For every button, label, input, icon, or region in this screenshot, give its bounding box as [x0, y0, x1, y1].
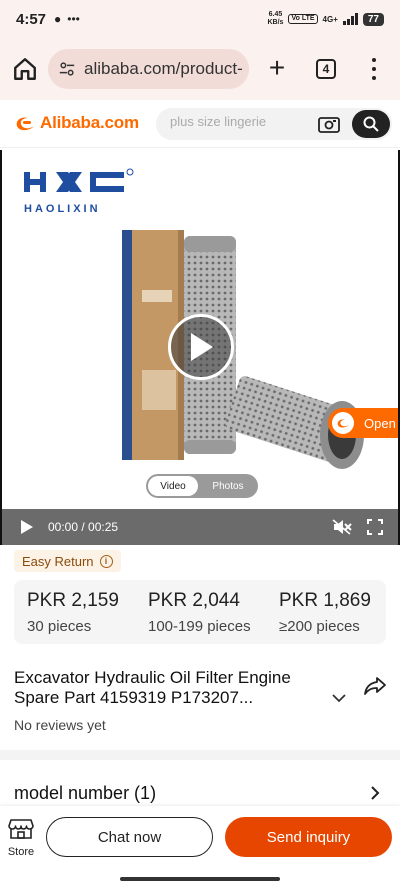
small-play-icon[interactable] [20, 519, 34, 535]
store-button[interactable]: Store [6, 818, 36, 858]
system-nav-bar [0, 868, 400, 888]
home-icon[interactable] [12, 56, 38, 82]
more-dots-icon: ••• [67, 12, 80, 26]
tier-quantity: 100-199 pieces [148, 618, 251, 635]
product-title: Excavator Hydraulic Oil Filter Engine Sp… [14, 668, 291, 707]
video-controls: 00:00 / 00:25 [2, 509, 398, 545]
fullscreen-icon[interactable] [367, 519, 383, 535]
camera-search-icon[interactable] [318, 115, 340, 133]
net-speed: 6.45 KB/s [267, 11, 284, 26]
price-tiers: PKR 2,159 30 pieces PKR 2,044 100-199 pi… [14, 580, 386, 644]
new-tab-icon[interactable]: + [264, 54, 290, 82]
bottom-action-bar: Store Chat now Send inquiry [0, 806, 400, 868]
alibaba-logo-icon [16, 117, 34, 131]
tier-price: PKR 2,044 [148, 590, 240, 611]
section-divider [0, 750, 400, 760]
hxc-logo [24, 168, 134, 192]
chevron-right-icon[interactable] [370, 785, 380, 801]
status-bar: 4:57 ● ••• 6.45 KB/s Vo LTE 4G+ 77 [0, 0, 400, 38]
share-icon[interactable] [364, 676, 386, 696]
tier-quantity: ≥200 pieces [279, 618, 360, 635]
tab-switcher-button[interactable]: 4 [316, 59, 336, 79]
chat-bubble-icon: ● [54, 12, 62, 26]
price-tier: PKR 1,869 ≥200 pieces [279, 590, 371, 635]
price-tier: PKR 2,044 100-199 pieces [148, 590, 251, 635]
tier-price: PKR 2,159 [27, 590, 119, 611]
send-inquiry-button[interactable]: Send inquiry [225, 817, 392, 857]
reviews-text: No reviews yet [14, 717, 106, 733]
logo-text: Alibaba.com [40, 113, 139, 132]
chevron-down-icon[interactable] [331, 692, 347, 704]
info-icon[interactable]: i [99, 554, 113, 568]
network-type: 4G+ [322, 14, 338, 24]
site-header: Alibaba.com [0, 100, 400, 148]
brand-name: HAOLIXIN [24, 203, 101, 215]
gesture-handle[interactable] [120, 877, 280, 881]
notification-icons: ● ••• [54, 12, 80, 26]
browser-toolbar: alibaba.com/product- + 4 [0, 38, 400, 100]
media-toggle: Video Photos [146, 474, 258, 498]
product-media[interactable]: HAOLIXIN Open Video Photos 00:00 / 00:25 [0, 150, 400, 545]
easy-return-label: Easy Return [22, 553, 94, 569]
url-text: alibaba.com/product- [84, 59, 243, 78]
brand-logo: HAOLIXIN [24, 168, 134, 215]
open-label: Open [364, 415, 396, 431]
site-settings-icon[interactable] [58, 60, 76, 78]
battery-icon: 77 [362, 12, 384, 26]
tier-price: PKR 1,869 [279, 590, 371, 611]
status-time: 4:57 [16, 10, 47, 28]
search-bar [156, 108, 392, 140]
price-tier: PKR 2,159 30 pieces [27, 590, 119, 635]
address-bar[interactable]: alibaba.com/product- [48, 49, 249, 89]
status-right: 6.45 KB/s Vo LTE 4G+ 77 [267, 11, 384, 27]
play-button[interactable] [168, 314, 234, 380]
alibaba-app-icon [332, 412, 354, 434]
model-number-row[interactable]: model number (1) [14, 783, 156, 804]
easy-return-badge[interactable]: Easy Return i [14, 550, 121, 572]
store-icon [8, 819, 34, 839]
open-app-button[interactable]: Open [328, 408, 398, 438]
store-label: Store [7, 846, 35, 858]
alibaba-logo[interactable]: Alibaba.com [14, 113, 139, 133]
search-icon [363, 116, 379, 132]
mute-icon[interactable] [332, 519, 352, 535]
volte-badge: Vo LTE [288, 14, 318, 24]
tier-quantity: 30 pieces [27, 618, 92, 635]
chat-now-button[interactable]: Chat now [46, 817, 213, 857]
search-input[interactable] [170, 114, 310, 129]
video-timer: 00:00 / 00:25 [48, 520, 119, 534]
signal-icon [342, 13, 358, 25]
tab-photos[interactable]: Photos [200, 476, 256, 496]
search-button[interactable] [352, 110, 390, 138]
overflow-menu-icon[interactable] [370, 58, 378, 80]
play-icon [191, 333, 213, 361]
tab-video[interactable]: Video [148, 476, 198, 496]
